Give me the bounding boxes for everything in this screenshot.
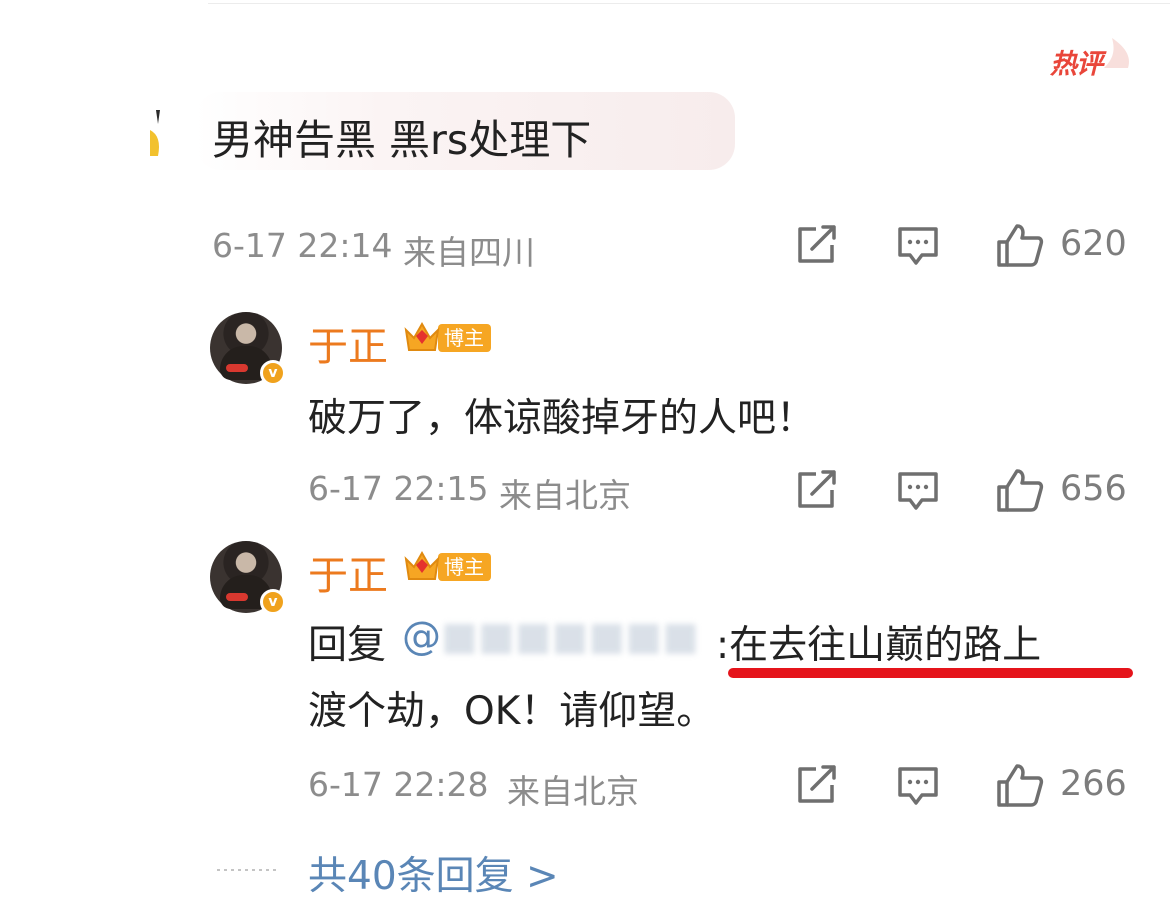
blogger-tag-label: 博主 xyxy=(438,324,491,352)
red-underline-annotation xyxy=(728,668,1133,678)
partial-medal-icon xyxy=(150,110,160,156)
crown-icon xyxy=(404,550,440,580)
blogger-badge: 博主 xyxy=(402,547,498,585)
blogger-tag-label: 博主 xyxy=(438,553,491,581)
reply-prefix: 回复 xyxy=(308,623,387,668)
reply-text-line2: 渡个劫，OK！请仰望。 xyxy=(308,689,716,734)
share-button[interactable] xyxy=(796,765,838,805)
like-button[interactable] xyxy=(996,222,1044,268)
like-count: 656 xyxy=(1060,469,1127,509)
blurred-username: ■■■■■■■ xyxy=(441,614,699,659)
hot-comment-label: 热评 xyxy=(1050,49,1103,80)
share-icon xyxy=(798,470,836,508)
reply-text: 破万了，体谅酸掉牙的人吧！ xyxy=(308,396,816,441)
top-comment-time: 6-17 22:14 xyxy=(212,226,393,265)
avatar[interactable]: v xyxy=(210,312,286,386)
like-count: 620 xyxy=(1060,224,1127,264)
like-button[interactable] xyxy=(996,467,1044,513)
comment-button[interactable] xyxy=(896,470,940,512)
share-icon xyxy=(798,225,836,263)
top-comment-location: 来自四川 xyxy=(403,233,535,272)
reply-author-name[interactable]: 于正 xyxy=(308,543,388,601)
mention-at: @ xyxy=(402,614,441,659)
reply-location: 来自北京 xyxy=(499,476,631,515)
like-count: 266 xyxy=(1060,764,1127,804)
share-button[interactable] xyxy=(796,225,838,265)
blogger-badge: 博主 xyxy=(402,318,498,356)
reply-text-line1: :在去往山巅的路上 xyxy=(716,623,1042,668)
reply-location: 来自北京 xyxy=(507,772,639,811)
dotted-leader-icon xyxy=(217,869,277,871)
watermark-fade xyxy=(960,840,1170,916)
comment-icon xyxy=(898,227,938,265)
like-button[interactable] xyxy=(996,762,1044,808)
mention-link[interactable]: @■■■■■■■ xyxy=(402,614,699,659)
more-replies-link[interactable]: 共40条回复 > xyxy=(308,845,559,901)
crown-icon xyxy=(404,321,440,351)
top-comment-text: 男神告黑 黑rs处理下 xyxy=(212,116,592,164)
flame-icon xyxy=(1104,38,1130,68)
share-button[interactable] xyxy=(796,470,838,510)
top-divider xyxy=(208,3,1170,4)
thumbs-up-icon xyxy=(997,469,1044,512)
comment-button[interactable] xyxy=(896,225,940,267)
verified-icon: v xyxy=(260,360,286,386)
comment-icon xyxy=(898,767,938,805)
share-icon xyxy=(798,765,836,803)
verified-icon: v xyxy=(260,589,286,615)
thumbs-up-icon xyxy=(997,764,1044,807)
reply-author-name[interactable]: 于正 xyxy=(308,314,388,372)
comment-icon xyxy=(898,472,938,510)
thumbs-up-icon xyxy=(997,224,1044,267)
reply-time: 6-17 22:15 xyxy=(308,469,489,508)
avatar[interactable]: v xyxy=(210,541,286,615)
hot-comment-badge: 热评 xyxy=(1050,38,1130,82)
comment-button[interactable] xyxy=(896,765,940,807)
reply-time: 6-17 22:28 xyxy=(308,765,489,804)
